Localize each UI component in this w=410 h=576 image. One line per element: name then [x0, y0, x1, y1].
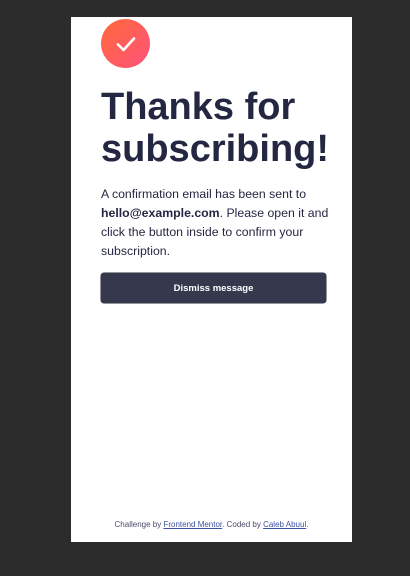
email-address: hello@example.com [101, 206, 220, 220]
author-link[interactable]: Caleb Abuul [263, 520, 306, 529]
frontend-mentor-link[interactable]: Frontend Mentor [163, 520, 222, 529]
attribution-suffix: . [306, 520, 309, 529]
checkmark-glyph [116, 36, 135, 51]
attribution-coded-prefix: . Coded by [222, 520, 264, 529]
success-card: Thanks for subscribing! A confirmation e… [71, 17, 352, 542]
confirmation-message: A confirmation email has been sent to he… [101, 185, 337, 261]
dismiss-message-button[interactable]: Dismiss message [101, 273, 326, 303]
attribution-challenge-prefix: Challenge by [114, 520, 164, 529]
message-text-start: A confirmation email has been sent to [101, 187, 307, 201]
attribution: Challenge by Frontend Mentor. Coded by C… [71, 520, 352, 530]
page-title: Thanks for subscribing! [101, 86, 330, 170]
checkmark-icon [101, 19, 150, 68]
